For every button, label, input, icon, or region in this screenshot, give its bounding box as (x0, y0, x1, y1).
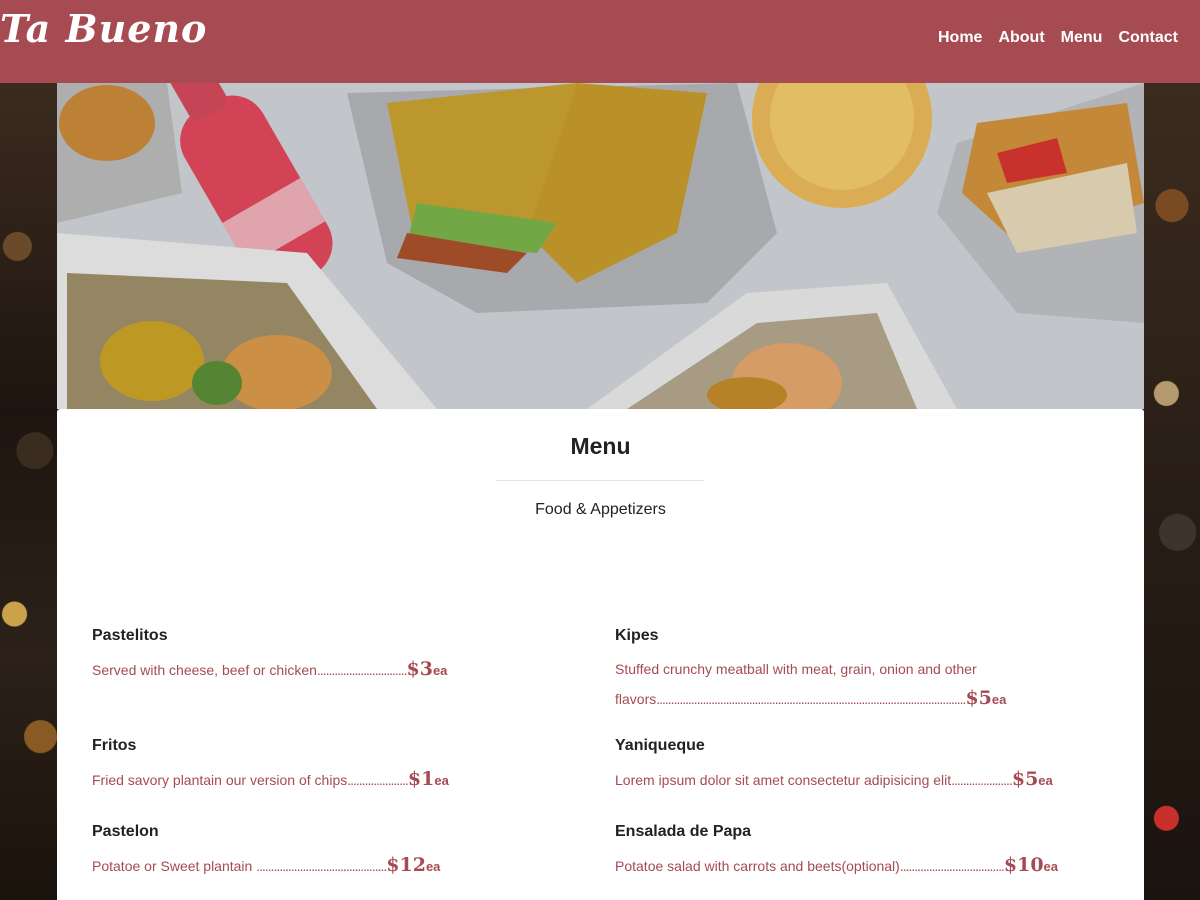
price-unit: ea (1038, 773, 1053, 788)
site-header: Ta Bueno Home About Menu Contact (0, 0, 1200, 83)
menu-item-description: Lorem ipsum dolor sit amet consectetur a… (615, 765, 1085, 795)
leader-dots: ..................... (347, 772, 409, 788)
menu-item-desc-text: Served with cheese, beef or chicken (92, 662, 317, 678)
menu-item-ensalada-de-papa: Ensalada de Papa Potatoe salad with carr… (615, 823, 1085, 881)
menu-item-description: Potatoe or Sweet plantain ..............… (92, 851, 562, 881)
menu-item-name: Ensalada de Papa (615, 823, 752, 840)
menu-item-desc-text: Potatoe or Sweet plantain (92, 858, 257, 874)
menu-item-price: $5 (1011, 768, 1039, 790)
leader-dots: ............................... (316, 662, 408, 678)
menu-item-price: $5 (965, 687, 992, 709)
page-title: Menu (570, 433, 631, 459)
background-food-left (0, 83, 58, 900)
menu-item-price: $10 (1003, 854, 1044, 876)
menu-item-price: $12 (386, 854, 426, 876)
menu-item-description: Stuffed crunchy meatball with meat, grai… (615, 655, 1085, 714)
price-unit: ea (1043, 859, 1059, 874)
food-photo-illustration (57, 83, 1144, 409)
menu-item-name: Pastelitos (92, 627, 168, 644)
menu-item-desc-text: Fried savory plantain our version of chi… (92, 772, 348, 788)
nav-home[interactable]: Home (938, 29, 982, 47)
menu-item-desc-text: Potatoe salad with carrots and beets(opt… (615, 858, 900, 874)
hero-food-image (57, 83, 1144, 409)
logo[interactable]: Ta Bueno (0, 6, 207, 51)
menu-item-description: Served with cheese, beef or chicken.....… (92, 655, 562, 685)
menu-item-description: Fried savory plantain our version of chi… (92, 765, 562, 795)
menu-item-name: Pastelon (92, 823, 159, 840)
menu-item-price: $3 (406, 658, 433, 680)
section-subtitle: Food & Appetizers (535, 501, 666, 518)
menu-item-pastelitos: Pastelitos Served with cheese, beef or c… (92, 627, 562, 685)
main-nav: Home About Menu Contact (938, 29, 1178, 47)
menu-item-name: Kipes (615, 627, 659, 644)
menu-item-kipes: Kipes Stuffed crunchy meatball with meat… (615, 627, 1085, 714)
price-unit: ea (432, 663, 448, 678)
nav-menu[interactable]: Menu (1061, 29, 1103, 47)
nav-about[interactable]: About (998, 29, 1044, 47)
title-divider (496, 480, 704, 481)
leader-dots: ..................... (951, 772, 1013, 788)
menu-item-name: Yaniqueque (615, 737, 705, 754)
leader-dots: ........................................… (656, 691, 966, 707)
menu-item-fritos: Fritos Fried savory plantain our version… (92, 737, 562, 795)
background-food-right (1144, 83, 1200, 900)
nav-contact[interactable]: Contact (1118, 29, 1178, 47)
menu-item-name: Fritos (92, 737, 137, 754)
price-unit: ea (991, 692, 1007, 707)
menu-item-desc-text: Lorem ipsum dolor sit amet consectetur a… (615, 772, 952, 788)
price-unit: ea (425, 859, 441, 874)
menu-item-description: Potatoe salad with carrots and beets(opt… (615, 851, 1085, 881)
menu-item-pastelon: Pastelon Potatoe or Sweet plantain .....… (92, 823, 562, 881)
price-unit: ea (434, 773, 449, 788)
leader-dots: .................................... (899, 858, 1005, 874)
menu-item-yaniqueque: Yaniqueque Lorem ipsum dolor sit amet co… (615, 737, 1085, 795)
menu-panel: Menu Food & Appetizers Pastelitos Served… (57, 409, 1144, 900)
menu-item-price: $1 (407, 768, 435, 790)
leader-dots: ........................................… (256, 858, 387, 874)
